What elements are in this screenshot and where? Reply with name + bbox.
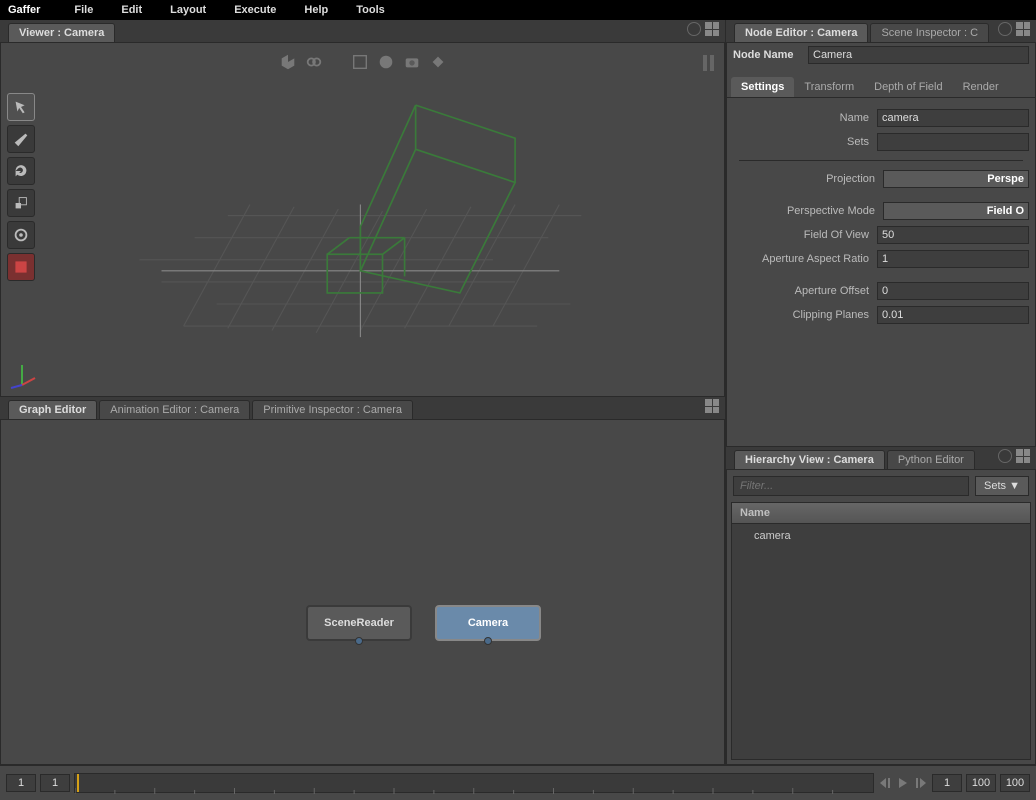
graph-editor-tab[interactable]: Graph Editor bbox=[8, 400, 97, 419]
depth-of-field-tab[interactable]: Depth of Field bbox=[864, 77, 952, 97]
menu-execute[interactable]: Execute bbox=[220, 4, 290, 16]
app-logo: Gaffer bbox=[8, 4, 40, 16]
primitive-inspector-tab[interactable]: Primitive Inspector : Camera bbox=[252, 400, 413, 419]
menu-file[interactable]: File bbox=[60, 4, 107, 16]
menubar: Gaffer File Edit Layout Execute Help Too… bbox=[0, 0, 1036, 20]
shaded-icon[interactable] bbox=[377, 53, 395, 71]
pause-icon[interactable] bbox=[703, 55, 714, 71]
layout-icon[interactable] bbox=[705, 22, 719, 36]
fov-input[interactable] bbox=[877, 226, 1029, 244]
timeline bbox=[0, 765, 1036, 800]
play-icon[interactable] bbox=[896, 776, 910, 790]
clipping-label: Clipping Planes bbox=[733, 309, 877, 321]
node-output-port[interactable] bbox=[484, 637, 492, 645]
timeline-current-input[interactable] bbox=[40, 774, 70, 792]
node-editor-tab-bar: Node Editor : Camera Scene Inspector : C bbox=[726, 20, 1036, 42]
graph-tab-bar: Graph Editor Animation Editor : Camera P… bbox=[0, 397, 725, 419]
crop-tool[interactable] bbox=[7, 253, 35, 281]
layout-icon[interactable] bbox=[705, 399, 719, 413]
camera-tool[interactable] bbox=[7, 221, 35, 249]
sets-button[interactable]: Sets ▼ bbox=[975, 476, 1029, 496]
node-editor-subtabs: Settings Transform Depth of Field Render bbox=[727, 73, 1035, 98]
node-name-label: Node Name bbox=[733, 49, 808, 61]
node-output-port[interactable] bbox=[355, 637, 363, 645]
scene-inspector-tab[interactable]: Scene Inspector : C bbox=[870, 23, 989, 42]
menu-layout[interactable]: Layout bbox=[156, 4, 220, 16]
name-label: Name bbox=[733, 112, 877, 124]
rotate-tool[interactable] bbox=[7, 157, 35, 185]
projection-dropdown[interactable]: Perspe bbox=[883, 170, 1029, 188]
diamond-icon[interactable] bbox=[429, 53, 447, 71]
pin-icon[interactable] bbox=[998, 449, 1012, 463]
node-camera[interactable]: Camera bbox=[435, 605, 541, 641]
timeline-start-input[interactable] bbox=[6, 774, 36, 792]
hierarchy-panel: Sets ▼ Name camera bbox=[726, 469, 1036, 765]
wireframe-icon[interactable] bbox=[351, 53, 369, 71]
perspective-mode-dropdown[interactable]: Field O bbox=[883, 202, 1029, 220]
fov-label: Field Of View bbox=[733, 229, 877, 241]
menu-tools[interactable]: Tools bbox=[342, 4, 399, 16]
menu-help[interactable]: Help bbox=[290, 4, 342, 16]
timeline-end-input[interactable] bbox=[966, 774, 996, 792]
animation-editor-tab[interactable]: Animation Editor : Camera bbox=[99, 400, 250, 419]
prev-frame-icon[interactable] bbox=[878, 776, 892, 790]
clipping-input[interactable] bbox=[877, 306, 1029, 324]
perspective-mode-label: Perspective Mode bbox=[733, 205, 883, 217]
expand-icon[interactable] bbox=[305, 53, 323, 71]
pin-icon[interactable] bbox=[998, 22, 1012, 36]
filter-input[interactable] bbox=[733, 476, 969, 496]
timeline-total-input[interactable] bbox=[1000, 774, 1030, 792]
pin-icon[interactable] bbox=[687, 22, 701, 36]
move-tool[interactable] bbox=[7, 125, 35, 153]
node-label: Camera bbox=[468, 617, 508, 629]
hierarchy-header: Name bbox=[731, 502, 1031, 524]
layout-icon[interactable] bbox=[1016, 22, 1030, 36]
menu-edit[interactable]: Edit bbox=[107, 4, 156, 16]
cube-icon[interactable] bbox=[279, 53, 297, 71]
python-editor-tab[interactable]: Python Editor bbox=[887, 450, 975, 469]
axis-gizmo[interactable] bbox=[7, 360, 37, 390]
graph-editor-panel[interactable]: SceneReader Camera bbox=[0, 419, 725, 765]
next-frame-icon[interactable] bbox=[914, 776, 928, 790]
render-tab[interactable]: Render bbox=[953, 77, 1009, 97]
timeline-track[interactable] bbox=[74, 773, 874, 793]
viewer-toolbar bbox=[1, 43, 724, 73]
settings-tab[interactable]: Settings bbox=[731, 77, 794, 97]
sets-label: Sets bbox=[733, 136, 877, 148]
node-editor-tab[interactable]: Node Editor : Camera bbox=[734, 23, 868, 42]
transform-tab[interactable]: Transform bbox=[794, 77, 864, 97]
offset-label: Aperture Offset bbox=[733, 285, 877, 297]
name-input[interactable] bbox=[877, 109, 1029, 127]
viewer-tab-bar: Viewer : Camera bbox=[0, 20, 725, 42]
viewer-panel bbox=[0, 42, 725, 397]
viewer-tab[interactable]: Viewer : Camera bbox=[8, 23, 115, 42]
projection-label: Projection bbox=[733, 173, 883, 185]
select-tool[interactable] bbox=[7, 93, 35, 121]
node-name-input[interactable] bbox=[808, 46, 1029, 64]
layout-icon[interactable] bbox=[1016, 449, 1030, 463]
offset-input[interactable] bbox=[877, 282, 1029, 300]
sets-input[interactable] bbox=[877, 133, 1029, 151]
timeline-frame-input[interactable] bbox=[932, 774, 962, 792]
node-scenereader[interactable]: SceneReader bbox=[306, 605, 412, 641]
hierarchy-tab[interactable]: Hierarchy View : Camera bbox=[734, 450, 885, 469]
hierarchy-tree[interactable]: camera bbox=[731, 524, 1031, 760]
viewport-3d[interactable] bbox=[51, 83, 714, 415]
aspect-label: Aperture Aspect Ratio bbox=[733, 253, 877, 265]
aspect-input[interactable] bbox=[877, 250, 1029, 268]
camera-icon[interactable] bbox=[403, 53, 421, 71]
viewer-side-toolbar bbox=[7, 93, 35, 281]
node-label: SceneReader bbox=[324, 617, 394, 629]
node-editor-panel: Node Name Settings Transform Depth of Fi… bbox=[726, 42, 1036, 447]
scale-tool[interactable] bbox=[7, 189, 35, 217]
hierarchy-tab-bar: Hierarchy View : Camera Python Editor bbox=[726, 447, 1036, 469]
hierarchy-item[interactable]: camera bbox=[740, 528, 1022, 544]
